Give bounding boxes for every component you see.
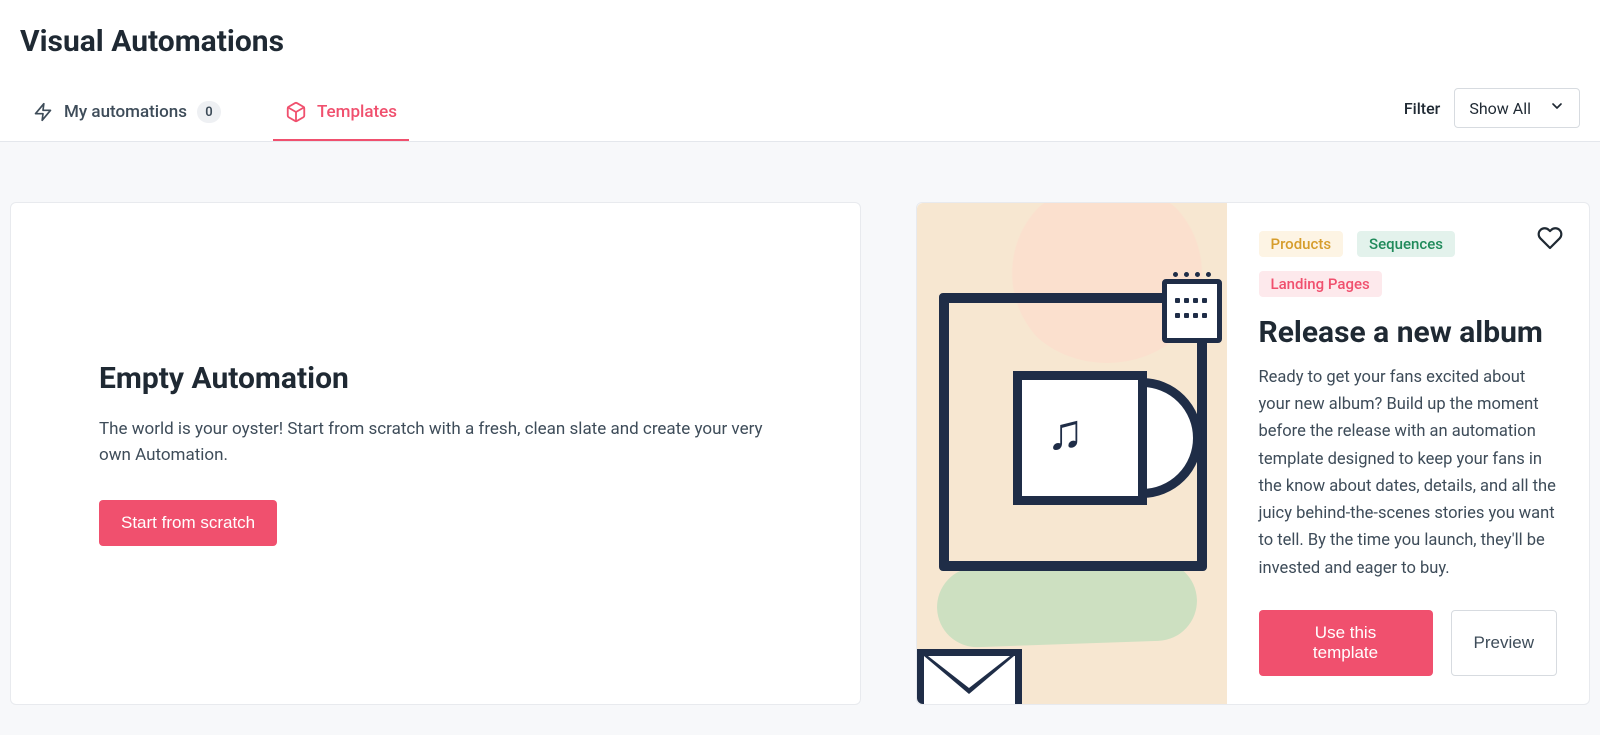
tag-sequences[interactable]: Sequences [1357,231,1455,257]
template-illustration: ♫ [917,203,1227,704]
chevron-down-icon [1549,98,1565,118]
tag-row: Products Sequences Landing Pages [1259,231,1558,297]
empty-card-description: The world is your oyster! Start from scr… [99,416,772,469]
page-title: Visual Automations [20,24,1580,59]
tabs: My automations 0 Templates [20,87,449,141]
empty-automation-card: Empty Automation The world is your oyste… [10,202,861,705]
template-actions: Use this template Preview [1259,610,1558,676]
filter-label: Filter [1404,99,1441,118]
preview-button[interactable]: Preview [1451,610,1557,676]
content-area: Empty Automation The world is your oyste… [0,142,1600,735]
calendar-icon [1162,279,1222,343]
favorite-heart-icon[interactable] [1537,225,1563,255]
tabs-row: My automations 0 Templates Filter Show A… [20,87,1580,141]
tag-products[interactable]: Products [1259,231,1344,257]
lightning-icon [32,101,54,123]
tab-label: My automations [64,102,187,122]
box-icon [285,101,307,123]
tag-landing-pages[interactable]: Landing Pages [1259,271,1382,297]
envelope-icon [917,649,1022,704]
automations-count-badge: 0 [197,101,221,123]
start-from-scratch-button[interactable]: Start from scratch [99,500,277,546]
template-body: Products Sequences Landing Pages Release… [1227,203,1590,704]
music-note-icon: ♫ [1047,403,1085,462]
tab-label: Templates [317,102,397,122]
use-template-button[interactable]: Use this template [1259,610,1433,676]
template-description: Ready to get your fans excited about you… [1259,364,1558,582]
filter-select[interactable]: Show All [1454,88,1580,128]
template-title: Release a new album [1259,315,1558,350]
empty-card-title: Empty Automation [99,361,772,396]
tab-my-automations[interactable]: My automations 0 [20,87,233,141]
template-card: ♫ Products Sequences Landing Pages Rele [916,202,1591,705]
filter-selected-value: Show All [1469,99,1531,118]
tab-templates[interactable]: Templates [273,87,409,141]
filter-group: Filter Show All [1404,88,1580,140]
